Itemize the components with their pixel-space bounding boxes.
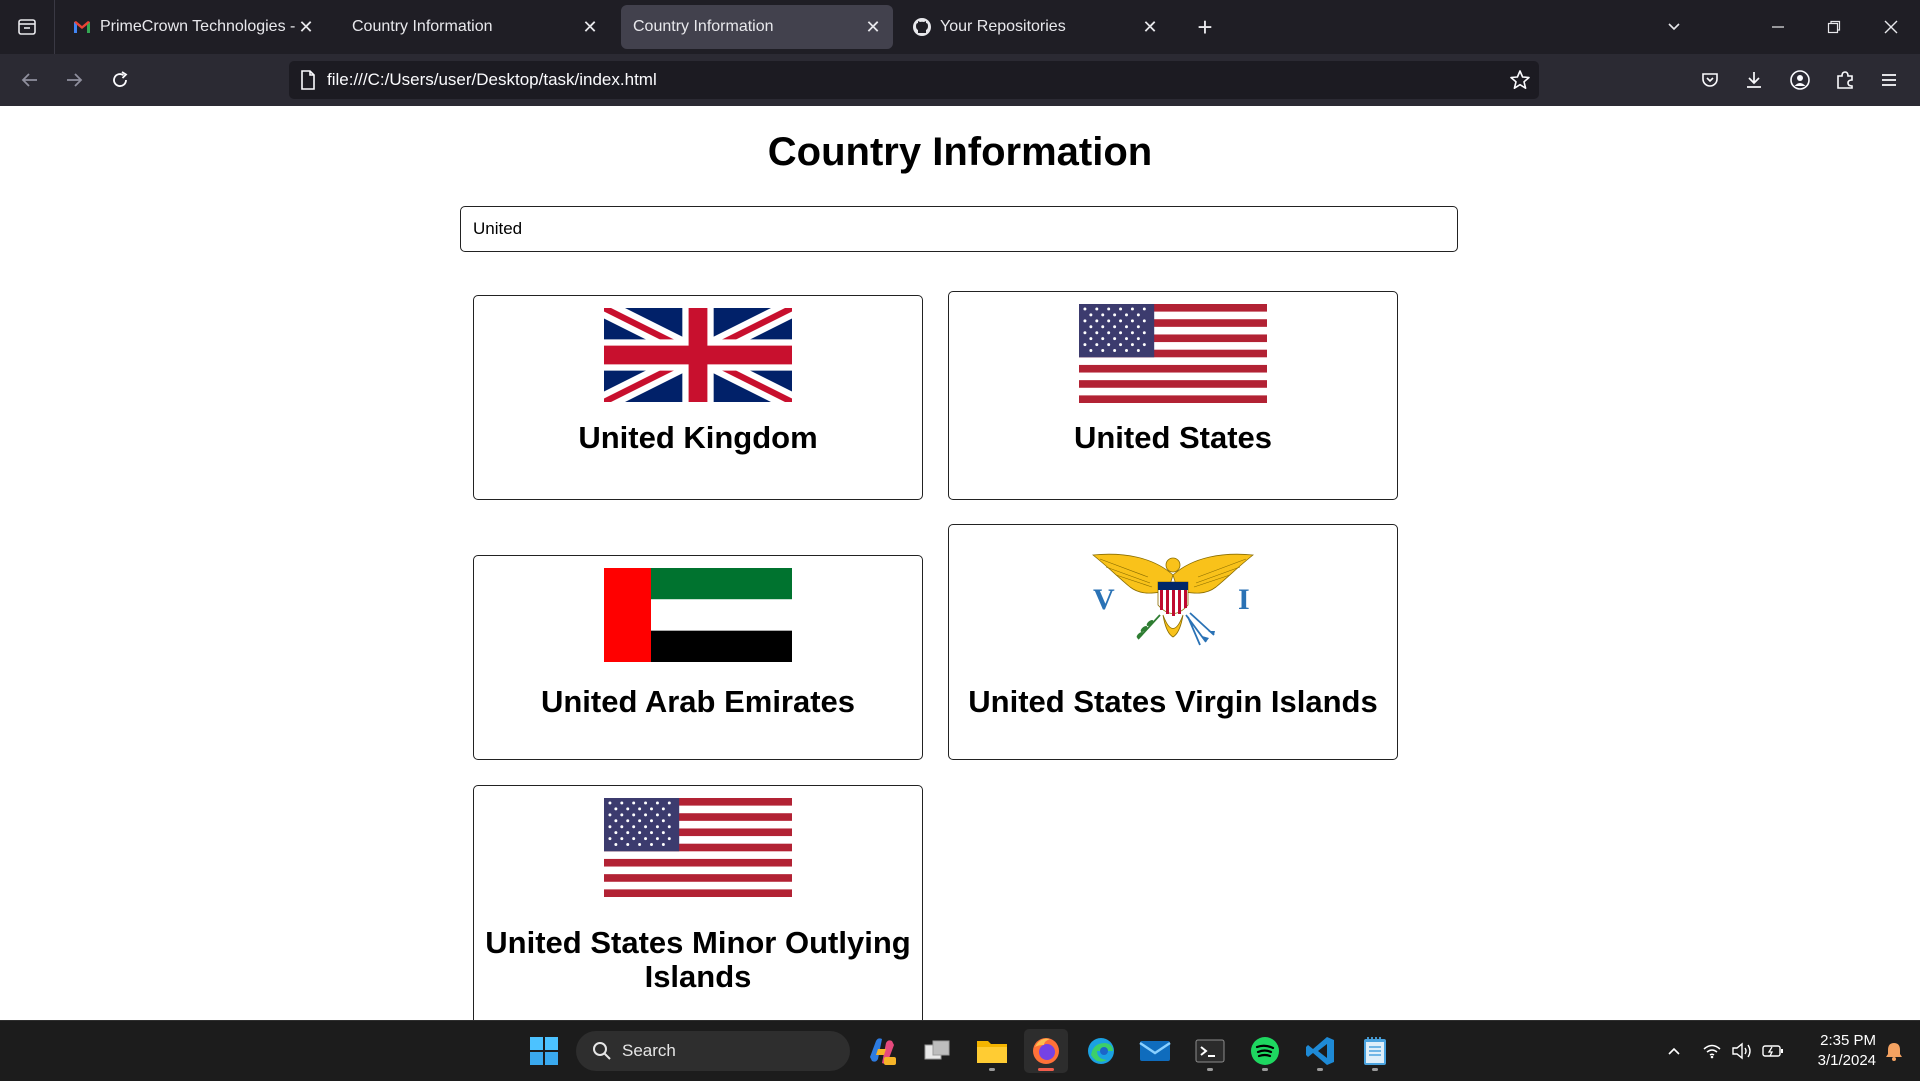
list-all-tabs-chevron-icon[interactable]: [1659, 12, 1689, 42]
tab-label: Country Information: [352, 18, 493, 35]
close-tab-icon[interactable]: ✕: [580, 17, 600, 37]
minimize-window-icon[interactable]: [1763, 12, 1793, 42]
downloads-button[interactable]: [1738, 64, 1770, 96]
spotify-button[interactable]: [1243, 1029, 1287, 1073]
copilot-taskbar-button[interactable]: [860, 1029, 904, 1073]
forward-arrow-icon: [67, 73, 83, 87]
reload-icon: [113, 71, 128, 87]
terminal-icon: [1195, 1039, 1225, 1063]
svg-text:I: I: [1238, 583, 1250, 616]
terminal-button[interactable]: [1188, 1029, 1232, 1073]
mail-icon: [1139, 1041, 1171, 1061]
edge-icon: [1088, 1038, 1114, 1064]
country-search-input[interactable]: [460, 206, 1458, 252]
browser-tab-bar: PrimeCrown Technologies - Full ✕ Country…: [0, 0, 1920, 54]
svg-text:V: V: [1093, 583, 1115, 616]
search-placeholder: Search: [622, 1041, 676, 1060]
uae-flag: [604, 568, 792, 662]
spotify-icon: [1251, 1037, 1279, 1065]
volume-icon[interactable]: [1727, 1035, 1757, 1067]
usvi-flag: V I: [1088, 547, 1258, 647]
country-card-united-arab-emirates[interactable]: United Arab Emirates: [473, 555, 923, 760]
windows-logo-icon: [530, 1037, 558, 1065]
forward-button[interactable]: [58, 64, 90, 96]
tab-primecrown[interactable]: PrimeCrown Technologies - Full ✕: [60, 5, 326, 49]
country-name: United Arab Emirates: [540, 684, 856, 719]
close-tab-icon[interactable]: ✕: [863, 17, 883, 37]
url-bar[interactable]: file:///C:/Users/user/Desktop/task/index…: [289, 61, 1539, 99]
country-card-us-minor-outlying-islands[interactable]: United States Minor Outlying Islands: [473, 785, 923, 1020]
country-name: United States Minor Outlying Islands: [485, 925, 911, 994]
country-card-united-states[interactable]: United States: [948, 291, 1398, 500]
search-icon: [593, 1042, 611, 1060]
uk-flag: [604, 308, 792, 402]
tab-country-information[interactable]: Country Information ✕: [340, 5, 610, 49]
edge-button[interactable]: [1079, 1029, 1123, 1073]
clock-date: 3/1/2024: [1817, 1052, 1876, 1069]
tab-label: Your Repositories: [940, 18, 1066, 35]
show-hidden-icons-chevron-icon[interactable]: [1659, 1035, 1689, 1067]
tab-list-button[interactable]: [0, 0, 55, 54]
us-flag: [1079, 304, 1267, 403]
extensions-button[interactable]: [1829, 64, 1861, 96]
firefox-button[interactable]: [1024, 1029, 1068, 1073]
country-card-us-virgin-islands[interactable]: V I United States Virgin Islands: [948, 524, 1398, 760]
firefox-icon: [1033, 1038, 1059, 1064]
vscode-icon: [1306, 1037, 1334, 1065]
country-name: United States Virgin Islands: [968, 684, 1378, 719]
clock-time: 2:35 PM: [1820, 1032, 1876, 1049]
tab-label: Country Information: [633, 18, 774, 35]
country-card-united-kingdom[interactable]: United Kingdom: [473, 295, 923, 500]
notification-bell-icon[interactable]: [1879, 1035, 1909, 1067]
tab-list-icon: [18, 19, 36, 35]
task-view-icon: [924, 1040, 950, 1060]
new-tab-button[interactable]: +: [1190, 12, 1220, 42]
gmail-icon: [72, 17, 92, 37]
mail-button[interactable]: [1133, 1029, 1177, 1073]
download-icon: [1747, 72, 1761, 88]
github-icon: [912, 17, 932, 37]
tab-country-information-active[interactable]: Country Information ✕: [621, 5, 893, 49]
menu-button[interactable]: [1873, 64, 1905, 96]
bookmark-star-icon[interactable]: [1509, 69, 1531, 91]
back-button[interactable]: [14, 64, 46, 96]
hamburger-menu-icon: [1882, 74, 1896, 86]
reload-button[interactable]: [104, 64, 136, 96]
puzzle-icon: [1837, 71, 1853, 89]
taskbar-clock[interactable]: 2:35 PM 3/1/2024: [1794, 1031, 1876, 1071]
battery-icon[interactable]: [1758, 1035, 1788, 1067]
task-view-button[interactable]: [915, 1029, 959, 1073]
file-explorer-button[interactable]: [970, 1029, 1014, 1073]
wifi-icon[interactable]: [1697, 1035, 1727, 1067]
close-window-icon[interactable]: [1876, 12, 1906, 42]
vscode-button[interactable]: [1298, 1029, 1342, 1073]
country-name: United States: [1073, 420, 1273, 455]
navigation-toolbar: file:///C:/Users/user/Desktop/task/index…: [0, 54, 1920, 107]
us-flag: [604, 798, 792, 897]
close-tab-icon[interactable]: ✕: [296, 17, 316, 37]
page-content: Country Information United Kingdom: [0, 106, 1920, 1020]
pocket-button[interactable]: [1694, 64, 1726, 96]
account-button[interactable]: [1784, 64, 1816, 96]
back-arrow-icon: [21, 73, 37, 87]
taskbar-search-box[interactable]: Search: [576, 1031, 850, 1071]
country-name: United Kingdom: [578, 420, 818, 455]
account-icon: [1790, 70, 1810, 90]
page-icon: [301, 70, 315, 90]
notepad-icon: [1364, 1037, 1386, 1065]
tab-label: PrimeCrown Technologies - Full: [100, 18, 296, 35]
page-title: Country Information: [767, 130, 1153, 174]
tab-your-repositories[interactable]: Your Repositories ✕: [900, 5, 1170, 49]
folder-icon: [977, 1041, 1007, 1063]
pocket-icon: [1702, 73, 1718, 87]
copilot-icon: [870, 1038, 896, 1065]
start-button[interactable]: [522, 1029, 566, 1073]
windows-taskbar: Search 2:35 PM 3/1/2024: [0, 1020, 1920, 1081]
url-text[interactable]: file:///C:/Users/user/Desktop/task/index…: [327, 70, 657, 90]
notepad-button[interactable]: [1353, 1029, 1397, 1073]
restore-window-icon[interactable]: [1819, 12, 1849, 42]
close-tab-icon[interactable]: ✕: [1140, 17, 1160, 37]
